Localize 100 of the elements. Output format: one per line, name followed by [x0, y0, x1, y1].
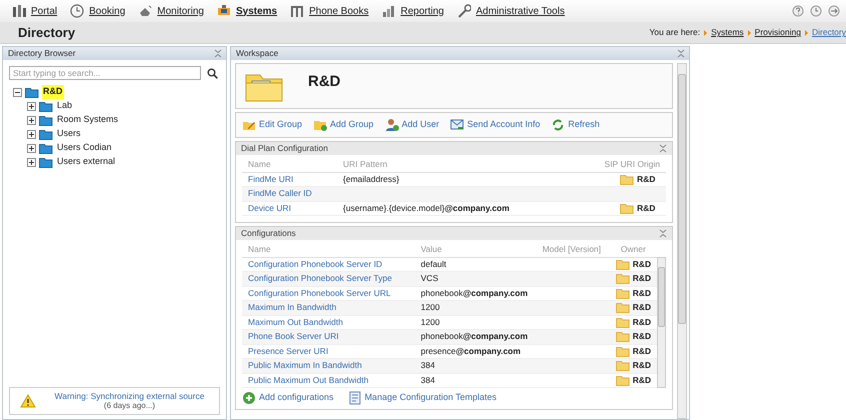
- search-field[interactable]: Start typing to search...: [9, 66, 201, 80]
- tree-item[interactable]: Lab: [56, 99, 74, 113]
- tree-item[interactable]: Users external: [56, 155, 116, 169]
- table-cell[interactable]: Device URI: [242, 201, 337, 216]
- warning-text: Warning: Synchronizing external source: [54, 391, 204, 402]
- action-link[interactable]: Manage Configuration Templates: [348, 391, 496, 405]
- owner-text: R&D: [637, 202, 656, 215]
- refresh-icon: [551, 118, 566, 132]
- folder-icon: [39, 156, 53, 168]
- tree-item[interactable]: Users: [56, 127, 82, 141]
- expander-icon[interactable]: [27, 116, 36, 124]
- folder-icon: [616, 302, 630, 314]
- collapse-icon[interactable]: [214, 49, 222, 58]
- columns-icon: [12, 4, 26, 18]
- warning-detail: (6 days ago...): [102, 401, 156, 411]
- expander-icon[interactable]: [27, 102, 36, 110]
- tree-item[interactable]: R&D: [42, 85, 64, 99]
- scrollbar[interactable]: [677, 63, 687, 419]
- table-cell[interactable]: Configuration Phonebook Server Type: [242, 272, 415, 286]
- column-header: URI Pattern: [337, 157, 576, 172]
- folder-icon: [616, 273, 630, 284]
- nav-tab[interactable]: Booking: [70, 4, 126, 18]
- help-icon[interactable]: [792, 5, 804, 17]
- mail-icon: [450, 118, 464, 132]
- tree-item[interactable]: Users Codian: [56, 141, 113, 155]
- table-cell: 1200: [414, 300, 534, 315]
- warning-icon: [20, 394, 36, 408]
- nav-tab[interactable]: Systems: [216, 4, 278, 18]
- table-cell: {username}.{device.model}@company.com: [337, 201, 576, 216]
- tree-item[interactable]: Room Systems: [56, 113, 120, 127]
- table-cell[interactable]: Phone Book Server URI: [242, 330, 415, 344]
- table-cell[interactable]: Maximum In Bandwidth: [242, 300, 415, 315]
- collapse-icon[interactable]: [677, 49, 685, 58]
- owner-text: R&D: [637, 172, 656, 186]
- action-link[interactable]: Add User: [384, 118, 440, 132]
- nav-tab[interactable]: Administrative Tools: [456, 4, 565, 18]
- expander-icon[interactable]: [27, 144, 36, 152]
- folder-icon: [39, 128, 53, 140]
- table-cell[interactable]: FindMe Caller ID: [242, 186, 337, 201]
- add-icon: [242, 391, 256, 405]
- add-folder-icon: [313, 118, 328, 132]
- breadcrumb-link[interactable]: Provisioning: [754, 26, 801, 39]
- expander-icon[interactable]: [27, 130, 36, 138]
- breadcrumb-link[interactable]: Directory: [812, 26, 846, 39]
- owner-text: R&D: [632, 286, 651, 300]
- folder-icon: [616, 360, 630, 372]
- logout-icon[interactable]: [828, 5, 840, 17]
- table-cell: VCS: [414, 272, 534, 286]
- owner-text: R&D: [632, 301, 651, 314]
- nav-tab[interactable]: Monitoring: [138, 4, 204, 18]
- nav-tab[interactable]: Phone Books: [290, 4, 369, 18]
- expander-icon[interactable]: [27, 158, 36, 166]
- folder-icon: [39, 114, 53, 126]
- owner-text: R&D: [632, 330, 651, 344]
- action-link[interactable]: Add configurations: [242, 391, 334, 405]
- column-header: Name: [242, 157, 337, 172]
- table-cell[interactable]: Public Maximum In Bandwidth: [242, 358, 415, 373]
- nav-tab[interactable]: Reporting: [382, 4, 444, 18]
- column-header: SIP URI Origin: [576, 157, 666, 172]
- table-cell[interactable]: Public Maximum Out Bandwidth: [242, 373, 415, 388]
- clock-icon[interactable]: [810, 5, 822, 17]
- table-cell: phonebook@company.com: [414, 330, 534, 344]
- owner-text: R&D: [632, 374, 651, 387]
- owner-text: R&D: [632, 359, 651, 372]
- arrow-icon: [748, 30, 751, 36]
- collapse-icon[interactable]: [659, 144, 667, 153]
- owner-text: R&D: [632, 316, 651, 329]
- arrow-icon: [704, 30, 708, 36]
- nav-tab[interactable]: Portal: [12, 4, 58, 18]
- group-name: R&D: [308, 72, 340, 92]
- device-icon: [216, 4, 231, 18]
- action-link[interactable]: Add Group: [313, 118, 374, 132]
- breadcrumb-link[interactable]: Systems: [711, 26, 744, 39]
- add-user-icon: [384, 118, 399, 132]
- folder-icon: [25, 86, 39, 98]
- owner-text: R&D: [632, 272, 651, 286]
- column-header: Model [Version]: [534, 242, 610, 257]
- book-icon: [290, 4, 304, 18]
- page-title: Directory: [18, 24, 76, 40]
- action-link[interactable]: Edit Group: [242, 118, 302, 132]
- section-title: Configurations: [241, 227, 296, 240]
- search-icon[interactable]: [207, 68, 218, 78]
- breadcrumb-label: You are here:: [649, 26, 700, 39]
- expander-icon[interactable]: [13, 88, 22, 96]
- action-link[interactable]: Send Account Info: [450, 118, 540, 132]
- panel-title: Workspace: [236, 47, 278, 60]
- clock-icon: [70, 4, 84, 18]
- document-icon: [348, 391, 362, 405]
- chart-icon: [382, 4, 396, 18]
- column-header: Value: [414, 242, 534, 257]
- column-header: Name: [242, 242, 415, 257]
- collapse-icon[interactable]: [659, 229, 667, 238]
- arrow-icon: [804, 30, 808, 36]
- action-link[interactable]: Refresh: [551, 118, 600, 132]
- section-title: Dial Plan Configuration: [241, 142, 328, 155]
- owner-text: R&D: [632, 258, 651, 271]
- scrollbar[interactable]: [657, 257, 666, 388]
- panel-title: Directory Browser: [8, 47, 76, 60]
- folder-icon: [616, 331, 630, 342]
- folder-icon: [39, 142, 53, 154]
